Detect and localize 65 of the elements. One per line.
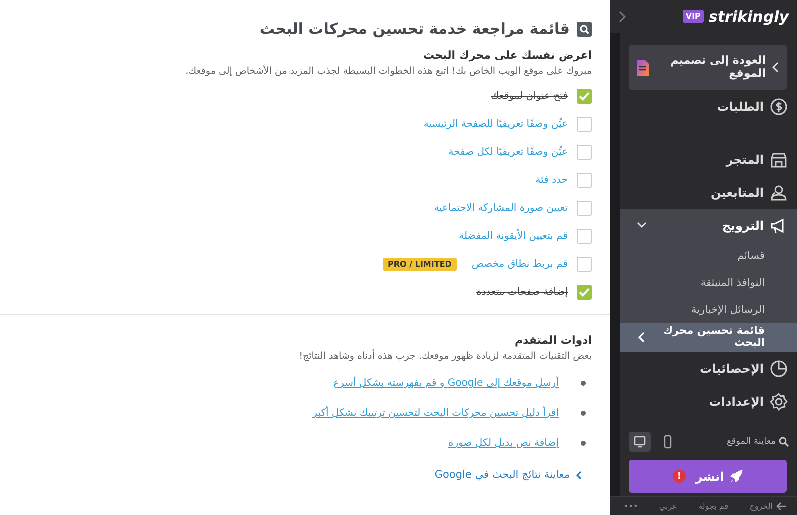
guide-link[interactable]: اقرأ دليل تحسين محركات البحث لتحسين ترتيبك بشكل أكبر bbox=[312, 408, 559, 419]
nav-item[interactable]: الطلبات bbox=[620, 90, 797, 123]
section-description: بعض التقنيات المتقدمة لزيادة ظهور موقعك. جرب هذه أدناه وشاهد النتائج! bbox=[299, 351, 592, 362]
caret-down-icon bbox=[637, 222, 647, 229]
store-icon bbox=[770, 150, 788, 168]
rocket-icon bbox=[730, 470, 744, 483]
checkbox[interactable] bbox=[577, 284, 592, 300]
nav-item[interactable]: المتابعين bbox=[620, 176, 797, 209]
sub-nav-item[interactable]: الرسائل الإخبارية bbox=[620, 296, 797, 323]
logo-text: strikingly bbox=[708, 8, 789, 26]
chevron-icon bbox=[638, 332, 645, 343]
task-link[interactable]: عيِّن وصفًا تعريفيًا لكل صفحة bbox=[448, 146, 568, 158]
footer-link[interactable]: ••• bbox=[624, 502, 638, 510]
chevron-icon bbox=[772, 62, 779, 73]
section-heading: ادوات المتقدم bbox=[514, 334, 592, 347]
bullet-icon bbox=[581, 411, 586, 416]
task-link[interactable]: قم بربط نطاق مخصص bbox=[472, 258, 568, 270]
page-title: قائمة مراجعة خدمة تحسين محركات البحث bbox=[260, 20, 570, 38]
checkbox[interactable] bbox=[577, 116, 592, 132]
bullet-icon bbox=[581, 441, 586, 446]
sub-nav-item[interactable]: قسائم bbox=[620, 242, 797, 269]
search-icon bbox=[779, 437, 789, 447]
bullet-icon bbox=[581, 381, 586, 386]
vip-badge: VIP bbox=[682, 10, 704, 23]
google-preview-link[interactable]: معاينة نتائج البحث في Google bbox=[434, 469, 592, 481]
pie-chart-icon bbox=[770, 360, 788, 378]
guide-link[interactable]: إضافة نص بديل لكل صورة bbox=[448, 438, 559, 449]
checkbox[interactable] bbox=[577, 256, 592, 272]
checkbox[interactable] bbox=[577, 88, 592, 104]
pro-badge: PRO / LIMITED bbox=[383, 258, 457, 270]
task-link[interactable]: قم بتعيين الأيقونة المفضلة bbox=[459, 230, 568, 242]
task-link[interactable]: حدد فئة bbox=[536, 174, 568, 186]
guide-link[interactable]: أرسل موقعك إلى Google و قم بفهرسته بشكل أسرع bbox=[334, 378, 559, 389]
sub-nav-item[interactable]: قائمة تحسين محرك البحث bbox=[620, 323, 797, 352]
sub-nav-item[interactable]: النوافذ المنبثقة bbox=[620, 269, 797, 296]
alert-badge: ! bbox=[672, 470, 686, 483]
search-icon bbox=[577, 22, 592, 36]
footer-link[interactable]: الخروج bbox=[750, 502, 787, 510]
checkbox[interactable] bbox=[577, 200, 592, 216]
checkbox[interactable] bbox=[577, 228, 592, 244]
arrow-icon bbox=[776, 502, 787, 510]
publish-button[interactable]: انشر ! bbox=[629, 460, 787, 493]
desktop-icon[interactable] bbox=[629, 432, 651, 452]
dollar-icon bbox=[770, 98, 788, 116]
checkbox[interactable] bbox=[577, 144, 592, 160]
completed-task: فتح عنوان لموقعك bbox=[491, 90, 568, 102]
section-description: مبروك على موقع الويب الخاص بك! اتبع هذه الخطوات البسيطة لجذب المزيد من الأشخاص إلى موقعك. bbox=[186, 66, 592, 77]
nav-item[interactable]: المتجر bbox=[620, 143, 797, 176]
chevron-icon bbox=[618, 10, 626, 22]
back-to-design-button[interactable]: العودة إلى تصميم الموقع bbox=[629, 45, 787, 90]
section-heading: اعرض نفسك على محرك البحث bbox=[424, 49, 592, 62]
footer-link[interactable]: قم بجولة bbox=[698, 502, 729, 510]
checkbox[interactable] bbox=[577, 172, 592, 188]
task-link[interactable]: عيِّن وصفًا تعريفيًا للصفحة الرئيسية bbox=[424, 118, 568, 130]
footer-link[interactable]: عربي bbox=[659, 502, 678, 510]
nav-item[interactable]: الترويج bbox=[620, 209, 797, 242]
completed-task: إضافة صفحات متعددة bbox=[476, 286, 568, 298]
nav-item[interactable]: الإعدادات bbox=[620, 385, 797, 418]
nav-item[interactable]: الإحصائيات bbox=[620, 352, 797, 385]
preview-site-link[interactable]: معاينة الموقع bbox=[727, 437, 789, 447]
people-icon bbox=[770, 184, 788, 202]
document-icon bbox=[637, 60, 649, 76]
task-link[interactable]: تعيين صورة المشاركة الاجتماعية bbox=[434, 202, 568, 214]
chevron-icon bbox=[576, 470, 582, 480]
gear-icon bbox=[770, 392, 788, 410]
